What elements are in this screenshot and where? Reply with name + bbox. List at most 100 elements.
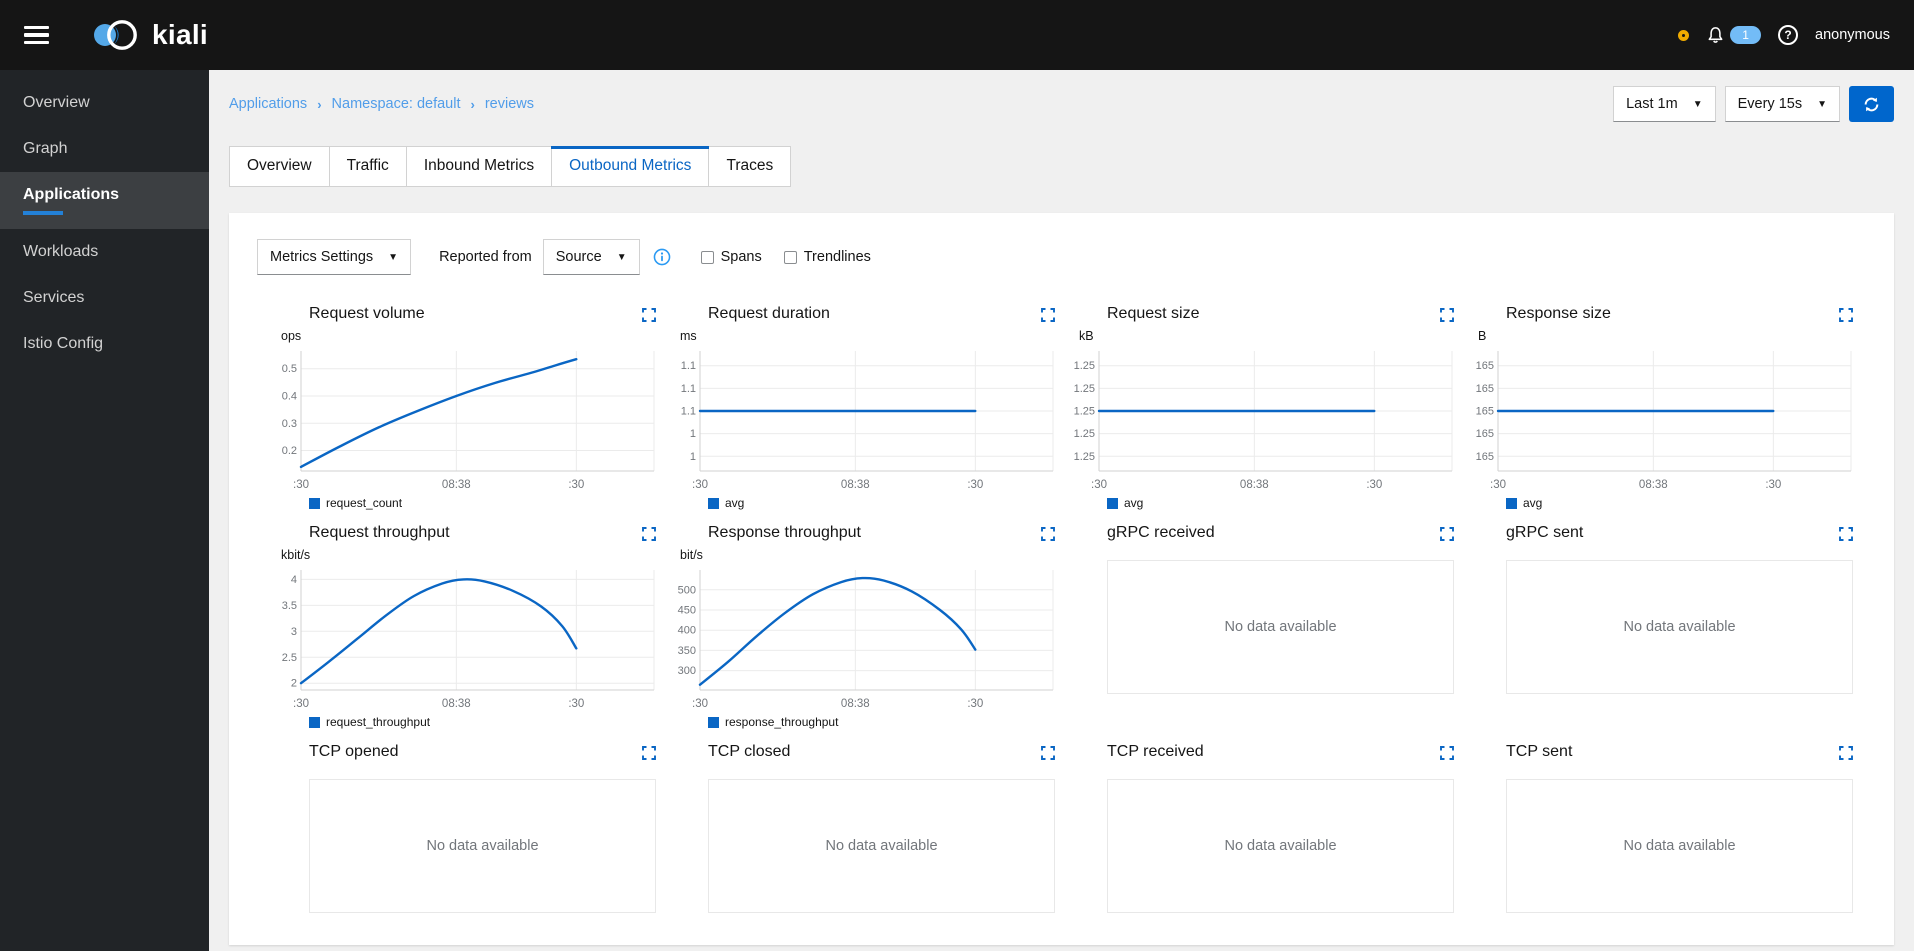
- legend-item-avg[interactable]: avg: [1107, 496, 1454, 510]
- spans-checkbox[interactable]: Spans: [700, 249, 762, 265]
- duration-select[interactable]: Last 1m ▼: [1613, 86, 1716, 122]
- chart-tcp-closed: TCP closed No data available: [670, 743, 1055, 943]
- svg-text:0.4: 0.4: [282, 391, 297, 403]
- metrics-settings-select[interactable]: Metrics Settings ▼: [257, 239, 412, 275]
- svg-text:08:38: 08:38: [1240, 479, 1269, 491]
- legend-item-request-count[interactable]: request_count: [309, 496, 656, 510]
- legend-item-avg[interactable]: avg: [1506, 496, 1853, 510]
- legend-item-avg[interactable]: avg: [708, 496, 1055, 510]
- legend-label: avg: [1523, 496, 1543, 510]
- legend-item-response-throughput[interactable]: response_throughput: [708, 715, 1055, 729]
- breadcrumb-link-applications[interactable]: Applications: [229, 96, 307, 112]
- chevron-down-icon: ▼: [388, 251, 399, 263]
- time-controls: Last 1m ▼ Every 15s ▼: [1613, 86, 1894, 122]
- svg-text::30: :30: [568, 698, 584, 710]
- legend-label: avg: [725, 496, 745, 510]
- svg-text::30: :30: [1490, 479, 1506, 491]
- breadcrumb-link-namespace-default[interactable]: Namespace: default: [332, 96, 461, 112]
- svg-text:1.25: 1.25: [1074, 383, 1095, 395]
- expand-icon[interactable]: [642, 308, 656, 327]
- legend-label: response_throughput: [725, 715, 839, 729]
- tab-traffic[interactable]: Traffic: [329, 147, 407, 186]
- svg-text:3.5: 3.5: [282, 600, 297, 612]
- chart-unit-label: B: [1478, 329, 1487, 343]
- bell-icon: [1708, 26, 1723, 43]
- chart-header: TCP sent: [1468, 743, 1853, 765]
- reported-from-select[interactable]: Source ▼: [542, 239, 640, 275]
- user-menu[interactable]: anonymous: [1815, 27, 1890, 43]
- chart-header: gRPC received: [1069, 524, 1454, 546]
- svg-text:500: 500: [678, 584, 696, 596]
- svg-text:08:38: 08:38: [442, 479, 471, 491]
- svg-text:1.25: 1.25: [1074, 360, 1095, 372]
- svg-text::30: :30: [293, 698, 309, 710]
- expand-icon[interactable]: [1839, 527, 1853, 546]
- spans-label: Spans: [720, 249, 762, 265]
- notifications-button[interactable]: 1: [1706, 26, 1762, 45]
- sidebar-item-applications[interactable]: Applications: [0, 172, 209, 229]
- trendlines-checkbox[interactable]: Trendlines: [783, 249, 871, 265]
- tab-inbound-metrics[interactable]: Inbound Metrics: [406, 147, 553, 186]
- chart-header: Request throughput: [271, 524, 656, 546]
- sidebar-item-label: Istio Config: [23, 335, 104, 352]
- svg-text::30: :30: [1765, 479, 1781, 491]
- svg-text:165: 165: [1476, 451, 1494, 463]
- refresh-interval-select[interactable]: Every 15s ▼: [1724, 86, 1840, 122]
- expand-icon[interactable]: [1041, 308, 1055, 327]
- chart-header: TCP opened: [271, 743, 656, 765]
- sidebar-item-label: Services: [23, 289, 85, 306]
- breadcrumb-link-reviews[interactable]: reviews: [485, 96, 534, 112]
- tab-bar: Overview Traffic Inbound Metrics Outbound M…: [229, 146, 792, 187]
- legend-swatch: [1506, 497, 1517, 509]
- svg-text::30: :30: [692, 698, 708, 710]
- refresh-button[interactable]: [1849, 86, 1894, 122]
- istio-status-warning-icon[interactable]: [1678, 29, 1690, 41]
- svg-text:1.25: 1.25: [1074, 451, 1095, 463]
- sidebar-item-graph[interactable]: Graph: [0, 126, 209, 172]
- hamburger-menu-icon[interactable]: [24, 25, 49, 45]
- chart-header: TCP closed: [670, 743, 1055, 765]
- svg-text:165: 165: [1476, 360, 1494, 372]
- sidebar-item-overview[interactable]: Overview: [0, 80, 209, 126]
- chart-header: Response throughput: [670, 524, 1055, 546]
- expand-icon[interactable]: [1041, 527, 1055, 546]
- expand-icon[interactable]: [1041, 746, 1055, 765]
- svg-text:350: 350: [678, 645, 696, 657]
- tab-traces[interactable]: Traces: [709, 147, 791, 186]
- svg-text:1.25: 1.25: [1074, 428, 1095, 440]
- expand-icon[interactable]: [1440, 308, 1454, 327]
- tab-overview[interactable]: Overview: [230, 147, 330, 186]
- kiali-logo: kiali: [91, 18, 208, 52]
- chart-grpc-received: gRPC received No data available: [1069, 524, 1454, 729]
- svg-text:0.3: 0.3: [282, 418, 297, 430]
- sidebar-item-workloads[interactable]: Workloads: [0, 229, 209, 275]
- chart-unit-label: ops: [281, 329, 302, 343]
- expand-icon[interactable]: [1839, 746, 1853, 765]
- checkbox-box: [783, 250, 797, 264]
- kiali-logo-icon: [94, 20, 137, 50]
- svg-text:2: 2: [291, 678, 297, 690]
- chart-tcp-sent: TCP sent No data available: [1468, 743, 1853, 943]
- tab-outbound-metrics[interactable]: Outbound Metrics: [551, 146, 710, 186]
- sidebar-item-services[interactable]: Services: [0, 275, 209, 321]
- expand-icon[interactable]: [1440, 746, 1454, 765]
- info-icon[interactable]: [653, 248, 671, 266]
- help-icon[interactable]: ?: [1778, 25, 1799, 45]
- no-data-message: No data available: [1506, 779, 1853, 913]
- legend-item-request-throughput[interactable]: request_throughput: [309, 715, 656, 729]
- sidebar-item-istio-config[interactable]: Istio Config: [0, 321, 209, 367]
- chart-header: gRPC sent: [1468, 524, 1853, 546]
- expand-icon[interactable]: [1839, 308, 1853, 327]
- chart-title: TCP opened: [309, 743, 399, 760]
- chevron-down-icon: ▼: [616, 251, 627, 263]
- expand-icon[interactable]: [642, 746, 656, 765]
- expand-icon[interactable]: [1440, 527, 1454, 546]
- svg-text:165: 165: [1476, 406, 1494, 418]
- sidebar-nav: Overview Graph Applications Workloads Servic…: [0, 70, 209, 951]
- expand-icon[interactable]: [642, 527, 656, 546]
- chart-unit-label: kB: [1079, 329, 1094, 343]
- svg-text:1.1: 1.1: [681, 383, 696, 395]
- trendlines-label: Trendlines: [803, 249, 871, 265]
- svg-text::30: :30: [967, 479, 983, 491]
- svg-text:3: 3: [291, 626, 297, 638]
